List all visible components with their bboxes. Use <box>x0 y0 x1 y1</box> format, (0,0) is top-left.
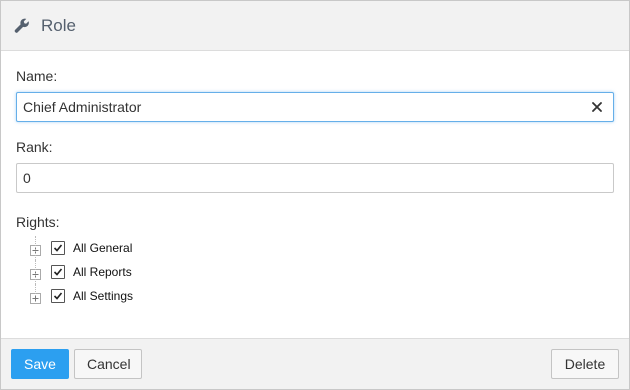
tree-item-all-reports: All Reports <box>30 260 614 284</box>
tree-connector <box>35 284 36 296</box>
cancel-button[interactable]: Cancel <box>74 349 142 379</box>
checkmark-icon <box>53 292 63 300</box>
save-button[interactable]: Save <box>11 349 69 379</box>
checkmark-icon <box>53 268 63 276</box>
all-settings-label: All Settings <box>73 289 134 303</box>
name-input[interactable] <box>23 94 587 120</box>
all-reports-checkbox[interactable] <box>51 265 65 279</box>
all-general-checkbox[interactable] <box>51 241 65 255</box>
rank-label: Rank: <box>16 139 53 155</box>
tree-item-all-settings: All Settings <box>30 284 614 308</box>
clear-name-button[interactable] <box>587 97 607 117</box>
close-icon <box>592 102 602 112</box>
wrench-icon <box>14 18 30 34</box>
dialog-title: Role <box>41 15 76 35</box>
name-field-wrapper <box>16 92 614 122</box>
dialog-footer: Save Cancel Delete <box>1 338 629 389</box>
rights-label: Rights: <box>16 214 60 230</box>
name-label: Name: <box>16 68 58 84</box>
checkmark-icon <box>53 244 63 252</box>
tree-connector <box>35 236 36 260</box>
rank-field-wrapper <box>16 163 614 193</box>
tree-item-all-general: All General <box>30 236 614 260</box>
all-settings-checkbox[interactable] <box>51 289 65 303</box>
dialog-header: Role <box>1 1 629 51</box>
all-reports-label: All Reports <box>73 265 132 279</box>
rights-tree: All General All Reports All Settings <box>30 236 614 308</box>
tree-connector <box>35 260 36 284</box>
dialog-body: Name: Rank: Rights: All G <box>1 68 629 308</box>
rank-input[interactable] <box>23 165 613 191</box>
role-dialog: Role Name: Rank: Rights: <box>0 0 630 390</box>
delete-button[interactable]: Delete <box>551 349 619 379</box>
all-general-label: All General <box>73 241 133 255</box>
